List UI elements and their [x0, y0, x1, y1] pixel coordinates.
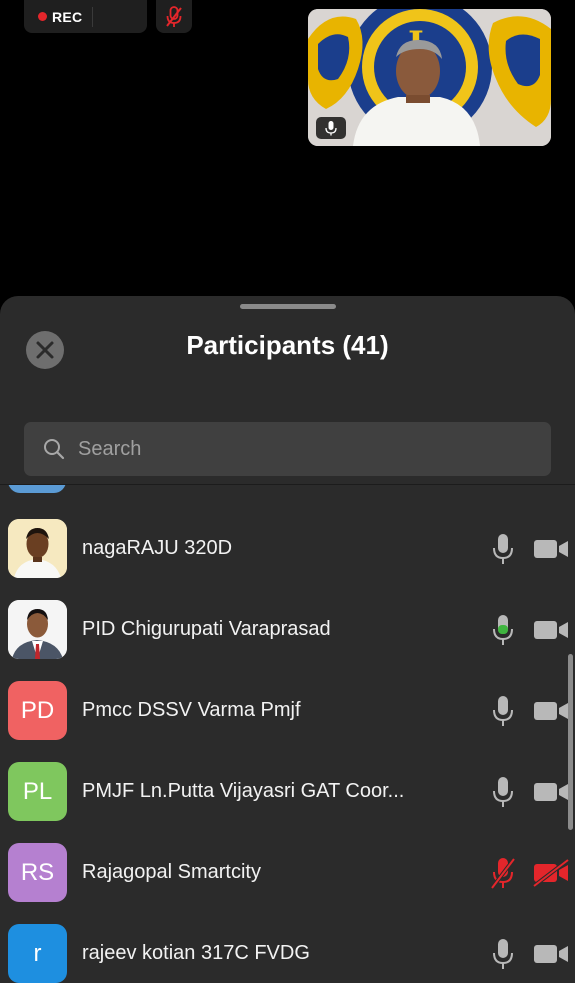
video-button[interactable]: [532, 777, 570, 807]
mic-muted-icon: [490, 857, 516, 889]
avatar: r: [8, 924, 67, 983]
mic-icon: [493, 776, 513, 807]
participant-name: PID Chigurupati Varaprasad: [82, 618, 331, 640]
recording-dot-icon: [38, 12, 47, 21]
video-button[interactable]: [532, 939, 570, 969]
video-button[interactable]: [532, 858, 570, 888]
avatar-initials: PD: [20, 696, 55, 724]
mic-icon: [493, 533, 513, 564]
video-button[interactable]: [532, 615, 570, 645]
drag-handle[interactable]: [240, 304, 336, 309]
video-camera-icon: [534, 944, 568, 963]
mic-muted-icon: [166, 5, 182, 27]
search-box[interactable]: [24, 422, 551, 476]
avatar: PL: [8, 762, 67, 821]
self-video-tile[interactable]: L: [308, 9, 551, 146]
avatar-photo: [8, 519, 67, 578]
video-camera-icon: [534, 701, 568, 720]
participant-row[interactable]: r rajeev kotian 317C FVDG: [0, 913, 575, 983]
meeting-screen: REC L: [0, 0, 575, 983]
tile-mic-status: [316, 117, 346, 139]
participant-row[interactable]: PID Chigurupati Varaprasad: [0, 589, 575, 670]
avatar-initials: r: [33, 939, 42, 967]
mic-icon: [325, 121, 337, 136]
divider: [92, 6, 94, 27]
search-input[interactable]: [78, 429, 518, 469]
avatar: [8, 600, 67, 659]
participant-name: rajeev kotian 317C FVDG: [82, 942, 310, 964]
avatar: RS: [8, 843, 67, 902]
video-camera-icon: [534, 782, 568, 801]
avatar: [8, 485, 66, 493]
panel-title: Participants (41): [186, 330, 389, 360]
video-button[interactable]: [532, 696, 570, 726]
avatar-photo: [8, 600, 67, 659]
participants-panel: Participants (41) Search nagaRAJU 320D P…: [0, 296, 575, 983]
mic-muted-indicator[interactable]: [156, 0, 192, 33]
participant-name: nagaRAJU 320D: [82, 537, 233, 559]
video-off-icon: [532, 858, 570, 887]
avatar: [8, 519, 67, 578]
video-camera-icon: [534, 539, 568, 558]
participant-name: PMJF Ln.Putta Vijayasri GAT Coor...: [82, 780, 405, 802]
participant-row[interactable]: PD Pmcc DSSV Varma Pmjf: [0, 670, 575, 751]
participant-name: Rajagopal Smartcity: [82, 861, 261, 883]
participant-row[interactable]: PL PMJF Ln.Putta Vijayasri GAT Coor...: [0, 751, 575, 832]
video-button[interactable]: [532, 534, 570, 564]
avatar-initials: PL: [22, 777, 53, 805]
mic-icon: [493, 695, 513, 726]
video-camera-icon: [534, 620, 568, 639]
mic-button[interactable]: [488, 936, 518, 972]
participant-row[interactable]: RS Rajagopal Smartcity: [0, 832, 575, 913]
mic-button[interactable]: [488, 774, 518, 810]
mic-button[interactable]: [488, 531, 518, 567]
participant-name: Pmcc DSSV Varma Pmjf: [82, 699, 301, 721]
recording-label: REC: [52, 8, 83, 25]
mic-button[interactable]: [488, 612, 518, 648]
recording-indicator[interactable]: REC: [24, 0, 147, 33]
avatar-initials: RS: [20, 858, 55, 886]
mic-button[interactable]: [488, 855, 518, 891]
participant-list[interactable]: nagaRAJU 320D PID Chigurupati Varaprasad…: [0, 485, 575, 983]
mic-button[interactable]: [488, 693, 518, 729]
participant-row[interactable]: nagaRAJU 320D: [0, 508, 575, 589]
mic-active-icon: [493, 614, 513, 645]
avatar: PD: [8, 681, 67, 740]
mic-icon: [493, 938, 513, 969]
scrollbar[interactable]: [568, 654, 573, 830]
search-icon: [44, 439, 65, 460]
